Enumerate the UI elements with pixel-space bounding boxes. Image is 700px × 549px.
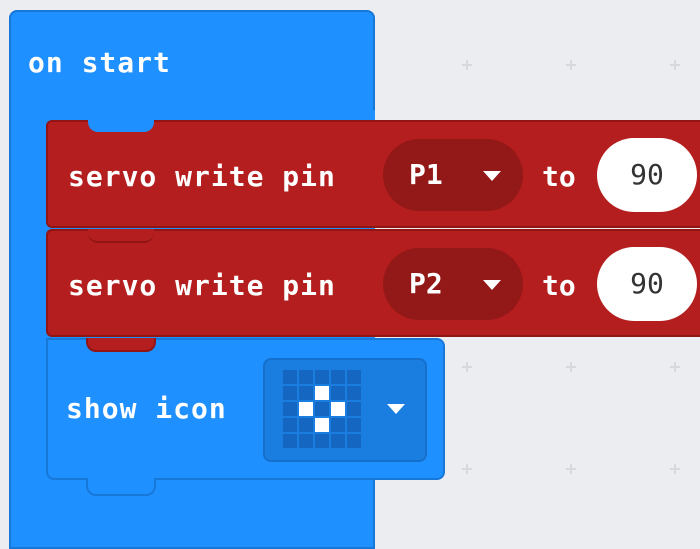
- icon-picker-dropdown[interactable]: [263, 358, 427, 462]
- chevron-down-icon: [483, 280, 501, 290]
- grid-mark: [462, 464, 472, 474]
- led-cell: [299, 370, 313, 384]
- led-cell: [283, 386, 297, 400]
- led-cell: [299, 434, 313, 448]
- led-cell: [283, 370, 297, 384]
- led-cell: [315, 370, 329, 384]
- led-cell: [283, 402, 297, 416]
- led-cell: [347, 434, 361, 448]
- led-cell: [283, 418, 297, 432]
- servo-write-block-p2[interactable]: servo write pin P2 to 90: [46, 229, 700, 337]
- on-start-label: on start: [28, 46, 171, 79]
- servo-write-label: servo write pin: [68, 269, 336, 302]
- block-notch: [86, 478, 156, 496]
- led-cell: [347, 386, 361, 400]
- block-notch: [88, 120, 154, 132]
- to-label: to: [542, 160, 576, 193]
- chevron-down-icon: [483, 171, 501, 181]
- to-label: to: [542, 269, 576, 302]
- grid-mark: [462, 362, 472, 372]
- block-notch: [86, 338, 156, 352]
- pin-value: P1: [409, 158, 443, 191]
- grid-mark: [566, 362, 576, 372]
- led-cell: [315, 418, 329, 432]
- grid-mark: [566, 60, 576, 70]
- led-cell: [347, 418, 361, 432]
- grid-mark: [566, 464, 576, 474]
- led-cell: [347, 402, 361, 416]
- led-cell: [331, 418, 345, 432]
- led-cell: [331, 434, 345, 448]
- show-icon-label: show icon: [66, 392, 227, 425]
- led-cell: [315, 402, 329, 416]
- led-cell: [299, 386, 313, 400]
- grid-mark: [670, 464, 680, 474]
- show-icon-block[interactable]: show icon: [46, 338, 445, 480]
- grid-mark: [670, 362, 680, 372]
- pin-dropdown-p1[interactable]: P1: [383, 139, 523, 211]
- led-cell: [299, 402, 313, 416]
- pin-dropdown-p2[interactable]: P2: [383, 248, 523, 320]
- led-cell: [331, 386, 345, 400]
- servo-write-label: servo write pin: [68, 160, 336, 193]
- grid-mark: [462, 60, 472, 70]
- led-icon-preview: [283, 370, 363, 450]
- chevron-down-icon: [387, 404, 405, 414]
- servo-write-block-p1[interactable]: servo write pin P1 to 90: [46, 120, 700, 228]
- led-cell: [283, 434, 297, 448]
- block-notch: [88, 229, 154, 243]
- angle-input-p1[interactable]: 90: [597, 138, 697, 212]
- led-cell: [347, 370, 361, 384]
- grid-mark: [670, 60, 680, 70]
- pin-value: P2: [409, 267, 443, 300]
- led-cell: [331, 370, 345, 384]
- angle-input-p2[interactable]: 90: [597, 247, 697, 321]
- led-cell: [331, 402, 345, 416]
- led-cell: [315, 434, 329, 448]
- led-cell: [299, 418, 313, 432]
- led-cell: [315, 386, 329, 400]
